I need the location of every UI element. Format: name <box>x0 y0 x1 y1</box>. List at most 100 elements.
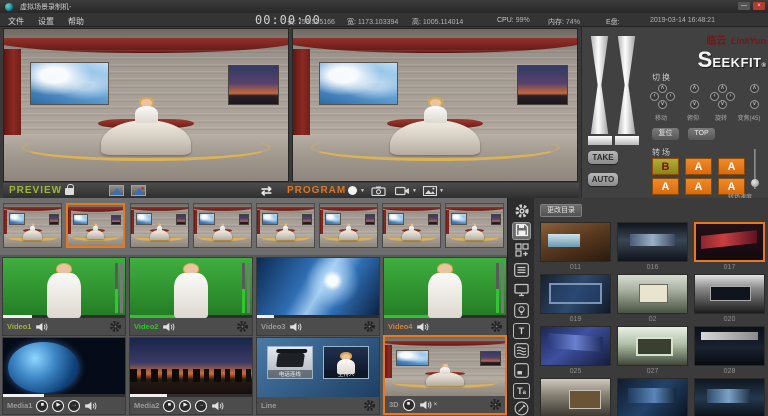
scene-thumb-011[interactable] <box>540 222 611 262</box>
gear-icon[interactable] <box>236 320 249 333</box>
keying-edit-icon[interactable] <box>131 185 146 196</box>
speaker-icon[interactable] <box>289 322 303 332</box>
take-button[interactable]: TAKE <box>588 151 618 164</box>
play-button[interactable]: ▶ <box>179 400 191 412</box>
scene-thumb-028[interactable] <box>694 326 765 366</box>
transition-key-a1[interactable]: A <box>685 158 712 175</box>
pad-rotate-right-icon[interactable]: › <box>726 92 735 101</box>
next-button[interactable]: → <box>195 400 207 412</box>
menu-settings[interactable]: 设置 <box>38 16 54 27</box>
add-layout-icon[interactable] <box>513 243 530 259</box>
transition-key-a3[interactable]: A <box>652 178 679 195</box>
playlist-icon[interactable] <box>513 263 530 279</box>
stop-button[interactable]: ■ <box>36 400 48 412</box>
swap-icon[interactable]: ⇄ <box>261 183 272 199</box>
t-bar-fader[interactable] <box>588 36 640 148</box>
video-camera-icon[interactable] <box>395 186 410 196</box>
scene-thumb-02[interactable] <box>617 274 688 314</box>
frame-icon[interactable] <box>513 363 530 379</box>
pad-rotate-up-icon[interactable]: ∧ <box>718 84 727 93</box>
scene-thumb-020[interactable] <box>694 274 765 314</box>
gear-icon[interactable] <box>363 320 376 333</box>
speaker-icon[interactable] <box>35 322 49 332</box>
monitor-icon[interactable] <box>513 283 530 299</box>
stop-button[interactable]: ■ <box>163 400 175 412</box>
snapshot-camera-icon[interactable] <box>371 186 386 196</box>
source-tile-video1[interactable]: Video1 <box>2 257 126 336</box>
subtitle-icon[interactable]: Ta <box>513 383 530 399</box>
t-bar-handle-right[interactable] <box>615 36 638 134</box>
keying-icon[interactable] <box>109 185 124 196</box>
gear-icon[interactable] <box>363 399 376 412</box>
scene-thumb-016[interactable] <box>617 222 688 262</box>
next-button[interactable]: → <box>68 400 80 412</box>
camera-thumb-3[interactable] <box>130 203 189 248</box>
speaker-icon[interactable] <box>211 401 225 411</box>
phone-call-thumb[interactable]: 电话连线 <box>267 346 313 379</box>
record-icon[interactable] <box>348 186 357 195</box>
camera-thumb-2-selected[interactable] <box>66 203 125 248</box>
pad-zoom-up-icon[interactable]: ∧ <box>750 84 759 93</box>
speaker-muted-icon[interactable] <box>419 400 433 410</box>
host-thumb[interactable]: 主持人 <box>323 346 369 379</box>
pad-move-right-icon[interactable]: › <box>666 92 675 101</box>
gear-icon[interactable] <box>489 398 502 411</box>
auto-button[interactable]: AUTO <box>588 173 618 186</box>
scene-thumb-025[interactable] <box>540 326 611 366</box>
gear-icon[interactable] <box>490 320 503 333</box>
scene-thumb-027[interactable] <box>617 326 688 366</box>
scene-thumb-extra-3[interactable] <box>694 378 765 416</box>
slider-knob[interactable] <box>751 179 759 187</box>
source-tile-3d-program[interactable]: 3D ■ × <box>383 335 507 415</box>
record-caret-icon[interactable]: ▼ <box>360 188 365 194</box>
light-icon[interactable] <box>513 303 530 319</box>
settings-gear-icon[interactable] <box>513 203 530 219</box>
layers-icon[interactable] <box>513 343 530 359</box>
change-directory-button[interactable]: 更改目录 <box>540 204 582 217</box>
pad-zoom-down-icon[interactable]: ∨ <box>750 100 759 109</box>
pad-rotate-left-icon[interactable]: ‹ <box>710 92 719 101</box>
pad-move-down-icon[interactable]: ∨ <box>658 100 667 109</box>
scene-thumb-extra-1[interactable] <box>540 378 611 416</box>
pad-move-left-icon[interactable]: ‹ <box>650 92 659 101</box>
camera-thumb-1[interactable] <box>3 203 62 248</box>
text-title-icon[interactable]: T <box>513 323 530 339</box>
pad-pitch-up-icon[interactable]: ∧ <box>690 84 699 93</box>
menu-help[interactable]: 帮助 <box>68 16 84 27</box>
lock-icon[interactable] <box>65 188 74 195</box>
pad-move-up-icon[interactable]: ∧ <box>658 84 667 93</box>
source-tile-video4[interactable]: Video4 <box>383 257 507 336</box>
paint-icon[interactable] <box>513 401 530 416</box>
t-bar-handle-left[interactable] <box>588 36 611 134</box>
speaker-icon[interactable] <box>84 401 98 411</box>
camera-thumb-7[interactable] <box>382 203 441 248</box>
camera-thumb-4[interactable] <box>193 203 252 248</box>
stop-button[interactable]: ■ <box>403 399 415 411</box>
scene-thumb-019[interactable] <box>540 274 611 314</box>
source-tile-line[interactable]: 电话连线 主持人 Line <box>256 337 380 415</box>
gear-icon[interactable] <box>109 320 122 333</box>
source-tile-media2[interactable]: Media2 ■ ▶ → <box>129 337 253 415</box>
camera-thumb-5[interactable] <box>256 203 315 248</box>
close-button[interactable]: × <box>753 2 765 10</box>
minimize-button[interactable]: — <box>738 2 750 10</box>
top-button[interactable]: TOP <box>688 128 715 140</box>
source-tile-media1[interactable]: Media1 ■ ▶ → <box>2 337 126 415</box>
picture-caret-icon[interactable]: ▼ <box>439 188 444 194</box>
transition-key-a4[interactable]: A <box>685 178 712 195</box>
pad-pitch-down-icon[interactable]: ∨ <box>690 100 699 109</box>
reset-button[interactable]: 复位 <box>652 128 679 140</box>
video-caret-icon[interactable]: ▼ <box>412 188 417 194</box>
play-button[interactable]: ▶ <box>52 400 64 412</box>
scene-thumb-extra-2[interactable] <box>617 378 688 416</box>
source-tile-video2[interactable]: Video2 <box>129 257 253 336</box>
scene-thumb-017-selected[interactable] <box>694 222 765 262</box>
transition-key-a2[interactable]: A <box>718 158 745 175</box>
speaker-icon[interactable] <box>162 322 176 332</box>
camera-thumb-8[interactable] <box>445 203 504 248</box>
save-icon[interactable] <box>513 223 530 239</box>
camera-thumb-6[interactable] <box>319 203 378 248</box>
picture-icon[interactable] <box>423 186 437 196</box>
speaker-icon[interactable] <box>416 322 430 332</box>
source-tile-video3[interactable]: Video3 <box>256 257 380 336</box>
